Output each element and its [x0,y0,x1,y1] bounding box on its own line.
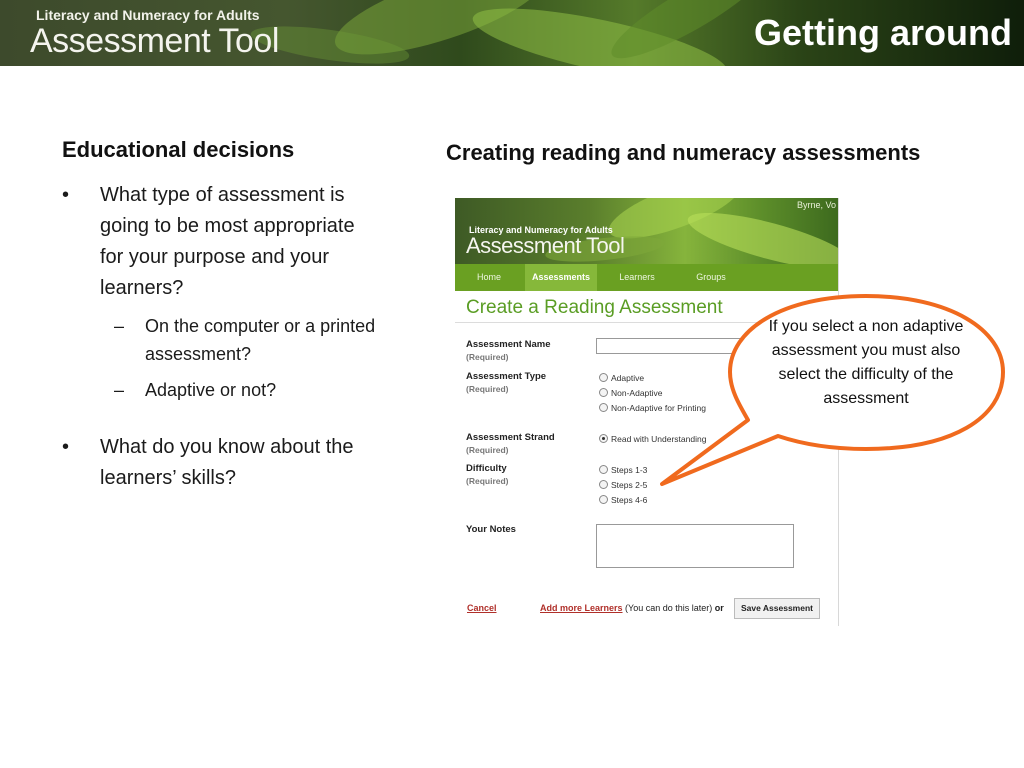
required-note: (Required) [466,476,509,486]
radio-non-adaptive-printing[interactable]: Non-Adaptive for Printing [599,403,706,413]
radio-icon[interactable] [599,388,608,397]
radio-icon[interactable] [599,495,608,504]
sub-bullet-marker: – [114,316,125,336]
left-heading: Educational decisions [62,137,295,162]
save-assessment-button[interactable]: Save Assessment [734,598,820,619]
tab-groups[interactable]: Groups [687,264,735,291]
or-text: or [714,603,724,613]
radio-icon[interactable] [599,480,608,489]
app-logo-title: Assessment Tool [466,233,625,258]
bullet-marker: • [62,436,70,458]
bullet-item: • What type of assessment is going to be… [62,180,382,304]
difficulty-label: Difficulty [466,463,507,474]
tab-learners[interactable]: Learners [610,264,664,291]
later-note: (You can do this later) [625,603,713,613]
radio-icon[interactable] [599,373,608,382]
assessment-name-label: Assessment Name [466,339,551,350]
required-note: (Required) [466,384,509,394]
cancel-link[interactable]: Cancel [467,603,497,613]
bullet-list: • What type of assessment is going to be… [62,180,382,494]
banner-subtitle: Literacy and Numeracy for Adults [36,7,260,23]
bullet-marker: • [62,184,70,206]
radio-steps-4-6[interactable]: Steps 4-6 [599,495,647,505]
right-heading: Creating reading and numeracy assessment… [446,140,921,165]
radio-steps-2-5[interactable]: Steps 2-5 [599,480,647,490]
app-banner: Byrne, Vo Literacy and Numeracy for Adul… [455,198,838,264]
app-screenshot: Byrne, Vo Literacy and Numeracy for Adul… [455,198,839,626]
notes-textarea[interactable] [596,524,794,568]
page-heading: Create a Reading Assessment [466,297,723,318]
add-more-row: Add more Learners (You can do this later… [540,603,724,613]
tab-home[interactable]: Home [465,264,513,291]
radio-icon[interactable] [599,403,608,412]
assessment-strand-label: Assessment Strand [466,432,555,443]
bullet-text: What type of assessment is going to be m… [100,184,355,299]
sub-bullet-item: – Adaptive or not? [62,376,382,404]
radio-non-adaptive[interactable]: Non-Adaptive [599,388,663,398]
bullet-text: What do you know about the learners’ ski… [100,436,354,489]
sub-bullet-item: – On the computer or a printed assessmen… [62,312,382,368]
slide-title: Getting around [754,12,1012,53]
notes-label: Your Notes [466,524,516,535]
required-note: (Required) [466,445,509,455]
required-note: (Required) [466,352,509,362]
banner-logo-title: Assessment Tool [30,22,279,60]
radio-steps-1-3[interactable]: Steps 1-3 [599,465,647,475]
bullet-item: • What do you know about the learners’ s… [62,432,382,494]
app-nav: Home Assessments Learners Groups [455,264,838,291]
slide-banner: Literacy and Numeracy for Adults Assessm… [0,0,1024,66]
sub-bullet-text: On the computer or a printed assessment? [145,316,376,364]
radio-adaptive[interactable]: Adaptive [599,373,644,383]
radio-icon[interactable] [599,465,608,474]
sub-bullet-text: Adaptive or not? [145,380,277,400]
sub-bullet-marker: – [114,380,125,400]
callout-text: If you select a non adaptive assessment … [768,318,964,407]
radio-selected-icon[interactable] [599,434,608,443]
radio-read-with-understanding[interactable]: Read with Understanding [599,434,706,444]
user-name[interactable]: Byrne, Vo [797,200,836,210]
tab-assessments[interactable]: Assessments [525,264,597,291]
assessment-type-label: Assessment Type [466,371,547,382]
add-more-learners-link[interactable]: Add more Learners [540,603,623,613]
